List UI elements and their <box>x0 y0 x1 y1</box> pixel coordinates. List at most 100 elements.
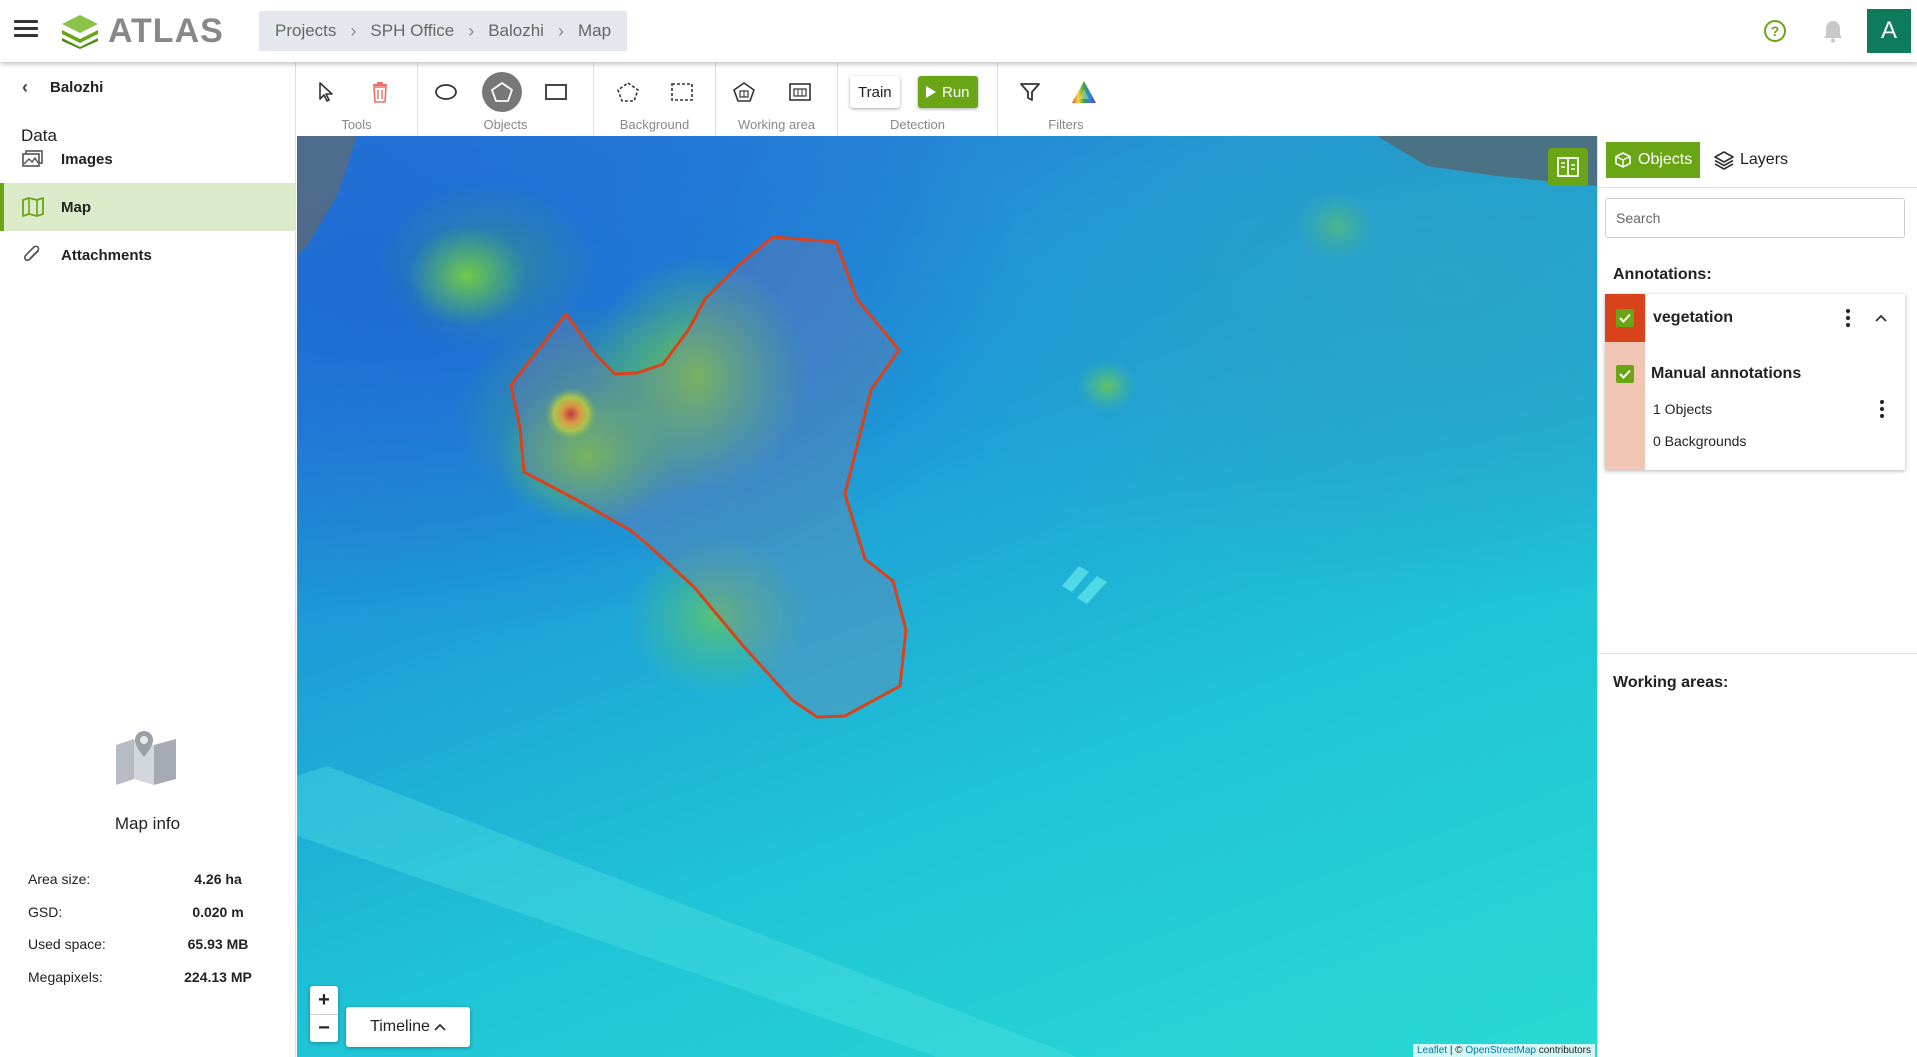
dashed-pentagon-icon <box>617 82 639 102</box>
chevron-right-icon: › <box>468 20 475 41</box>
stat-label: Megapixels: <box>28 968 103 985</box>
project-name: Balozhi <box>50 79 104 96</box>
paperclip-icon <box>24 245 40 261</box>
toolbar-group-objects: Objects <box>418 62 594 136</box>
tab-layers[interactable]: Layers <box>1708 142 1794 178</box>
map-info-stats: Area size: 4.26 ha GSD: 0.020 m Used spa… <box>28 871 258 1001</box>
tab-objects[interactable]: Objects <box>1606 142 1701 178</box>
breadcrumb-sph-office[interactable]: SPH Office <box>370 21 454 41</box>
attribution-suffix: contributors <box>1535 1045 1591 1056</box>
annotations-title: Annotations: <box>1613 266 1712 283</box>
toolbar-group-label: Filters <box>1048 117 1084 132</box>
avatar[interactable]: A <box>1867 9 1911 53</box>
rectangle-icon <box>545 84 567 100</box>
app-logo[interactable]: ATLAS <box>60 12 224 50</box>
bell-icon[interactable] <box>1822 19 1844 43</box>
annotation-visibility-checkbox[interactable] <box>1616 309 1634 327</box>
toolbar-group-label: Background <box>619 117 690 132</box>
divider <box>1598 187 1917 188</box>
help-circle-icon[interactable]: ? <box>1764 20 1786 42</box>
working-area-rectangle-button[interactable] <box>782 74 818 110</box>
select-pointer-button[interactable] <box>308 74 344 110</box>
timeline-button[interactable]: Timeline <box>346 1007 470 1047</box>
tab-objects-label: Objects <box>1638 151 1693 168</box>
delete-button[interactable] <box>362 74 398 110</box>
breadcrumb-projects[interactable]: Projects <box>275 21 336 41</box>
cube-icon <box>1615 152 1631 168</box>
right-panel: Objects Layers Annotations: vegetation M… <box>1597 136 1917 1057</box>
more-vertical-icon[interactable] <box>1840 307 1856 329</box>
map-info-title: Map info <box>114 814 181 833</box>
menu-icon[interactable] <box>14 20 38 40</box>
sidebar-item-attachments[interactable]: Attachments <box>0 231 295 279</box>
working-areas-title: Working areas: <box>1613 674 1729 691</box>
stat-row: Area size: 4.26 ha <box>28 871 258 904</box>
ellipse-icon <box>435 84 457 100</box>
osm-link[interactable]: OpenStreetMap <box>1465 1045 1536 1056</box>
timeline-label: Timeline <box>370 1018 430 1035</box>
map-info-icon <box>116 731 176 785</box>
sidebar-item-map[interactable]: Map <box>0 183 295 231</box>
sidebar-item-label: Images <box>61 150 113 168</box>
zoom-out-button[interactable]: − <box>310 1014 338 1042</box>
chevron-up-icon[interactable] <box>1871 308 1891 328</box>
working-area-polygon-button[interactable] <box>726 74 762 110</box>
rectangle-tool-button[interactable] <box>538 74 574 110</box>
pentagon-icon <box>491 82 513 102</box>
attribution-separator: | © <box>1447 1045 1466 1056</box>
zoom-in-button[interactable]: + <box>310 986 338 1014</box>
toolbar-group-tools: Tools <box>296 62 418 136</box>
more-vertical-icon[interactable] <box>1874 398 1890 420</box>
back-button[interactable]: ‹ Balozhi <box>22 77 103 98</box>
toolbar-group-label: Objects <box>483 117 528 132</box>
stat-row: GSD: 0.020 m <box>28 904 258 937</box>
filter-button[interactable] <box>1012 74 1048 110</box>
rectangle-grid-icon <box>789 83 811 101</box>
manual-annotations-label: Manual annotations <box>1651 365 1802 382</box>
polygon-tool-button[interactable] <box>482 72 522 112</box>
check-icon <box>1619 313 1631 323</box>
divider <box>1598 653 1917 654</box>
filter-icon <box>1020 83 1040 101</box>
vegetation-blob <box>1297 192 1377 260</box>
backgrounds-count: 0 Backgrounds <box>1653 433 1747 449</box>
map-canvas[interactable]: + − Timeline Leaflet | © OpenStreetMap c… <box>297 136 1597 1057</box>
map-toolbar: Tools Objects Background Working area Tr… <box>296 62 1596 136</box>
trash-icon <box>373 82 387 103</box>
ellipse-tool-button[interactable] <box>428 74 464 110</box>
stat-row: Used space: 65.93 MB <box>28 936 258 969</box>
vegetation-blob <box>1077 360 1137 412</box>
compare-view-button[interactable] <box>1548 148 1588 186</box>
background-rectangle-button[interactable] <box>664 74 700 110</box>
stat-value: 224.13 MP <box>184 968 252 985</box>
run-button[interactable]: Run <box>918 76 978 108</box>
chevron-up-icon <box>434 1023 446 1031</box>
sidebar-item-label: Map <box>61 198 91 216</box>
check-icon <box>1619 369 1631 379</box>
pentagon-grid-icon <box>733 82 755 102</box>
chevron-left-icon: ‹ <box>22 77 28 97</box>
logo-text: ATLAS <box>108 11 224 50</box>
map-feature <box>1062 566 1089 592</box>
layers-icon <box>1714 151 1734 170</box>
breadcrumb-balozhi[interactable]: Balozhi <box>488 21 544 41</box>
stat-value: 4.26 ha <box>194 871 242 887</box>
color-palette-button[interactable] <box>1066 74 1102 110</box>
stat-label: GSD: <box>28 903 63 920</box>
top-bar: ATLAS Projects › SPH Office › Balozhi › … <box>0 0 1917 62</box>
objects-count: 1 Objects <box>1653 401 1713 417</box>
manual-annotations-checkbox[interactable] <box>1616 365 1634 383</box>
pointer-icon <box>319 82 333 102</box>
train-button[interactable]: Train <box>850 76 900 108</box>
chevron-right-icon: › <box>557 20 564 41</box>
search-input[interactable] <box>1605 198 1905 238</box>
sidebar-item-label: Attachments <box>61 246 152 264</box>
leaflet-link[interactable]: Leaflet <box>1417 1045 1447 1056</box>
dashed-rectangle-icon <box>671 83 693 101</box>
toolbar-group-filters: Filters <box>998 62 1134 136</box>
sidebar-item-images[interactable]: Images <box>0 135 295 183</box>
breadcrumb-map: Map <box>577 21 612 40</box>
stat-value: 65.93 MB <box>187 936 249 952</box>
toolbar-group-label: Working area <box>737 117 816 132</box>
background-polygon-button[interactable] <box>610 74 646 110</box>
